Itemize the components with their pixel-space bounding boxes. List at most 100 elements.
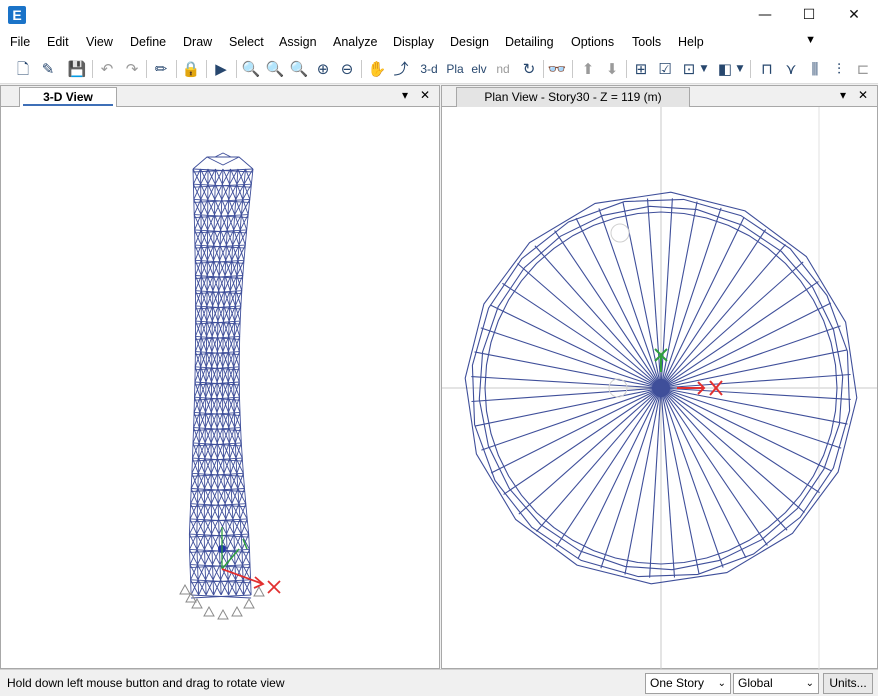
tab-3d-view[interactable]: 3-D View xyxy=(19,87,117,107)
run-analysis-icon[interactable]: ▶ xyxy=(210,58,232,80)
status-message: Hold down left mouse button and drag to … xyxy=(7,676,285,690)
menu-help[interactable]: Help xyxy=(678,35,704,49)
menu-design[interactable]: Design xyxy=(450,35,489,49)
menu-define[interactable]: Define xyxy=(130,35,166,49)
support-pin-6 xyxy=(253,585,265,597)
new-file-icon[interactable]: 🗋 xyxy=(12,58,34,80)
menu-detailing[interactable]: Detailing xyxy=(505,35,554,49)
frame-icon[interactable]: ⊓ xyxy=(756,58,778,80)
plan-radial-beam-23 xyxy=(471,387,662,403)
3d-pane-close-icon[interactable]: ✕ xyxy=(420,88,430,102)
menu-options[interactable]: Options xyxy=(571,35,614,49)
coord-system-select[interactable]: Global ⌄ xyxy=(733,673,819,694)
plan-view-pane: Plan View - Story30 - Z = 119 (m) ▾ ✕ xyxy=(441,85,878,669)
section-cut-icon[interactable]: ⫼ xyxy=(804,58,826,80)
shaded-box-icon[interactable]: ◧ xyxy=(714,58,736,80)
refresh-icon[interactable]: ↻ xyxy=(518,58,540,80)
plan-radial-beam-39 xyxy=(660,216,745,389)
app-logo: E xyxy=(8,6,26,24)
plan-radial-beam-47 xyxy=(660,373,851,389)
plan-pane-close-icon[interactable]: ✕ xyxy=(858,88,868,102)
menu-draw[interactable]: Draw xyxy=(183,35,212,49)
menu-view[interactable]: View xyxy=(86,35,113,49)
joint-icon[interactable]: ⋎ xyxy=(780,58,802,80)
chevron-down-icon[interactable]: ▼ xyxy=(698,58,710,80)
foundation-supports xyxy=(179,583,265,620)
support-pin-2 xyxy=(203,605,215,617)
story-select[interactable]: One Story ⌄ xyxy=(645,673,731,694)
minimize-button[interactable]: — xyxy=(742,0,788,30)
plan-radial-beam-44 xyxy=(660,302,832,389)
story-select-value: One Story xyxy=(650,676,705,690)
plan-radial-beam-35 xyxy=(646,198,662,389)
menu-bar: File Edit View Define Draw Select Assign… xyxy=(0,30,878,54)
tower-roof xyxy=(192,152,254,170)
support-pin-1 xyxy=(191,597,203,609)
zoom-restore-icon[interactable]: 🔍 xyxy=(264,58,286,80)
chevron-down-icon-story: ⌄ xyxy=(717,678,726,689)
plan-radial-beam-8 xyxy=(660,387,747,559)
pan-hand-icon[interactable]: ✋ xyxy=(366,58,388,80)
view-3d-button[interactable]: 3-d xyxy=(418,58,440,80)
menu-analyze[interactable]: Analyze xyxy=(333,35,377,49)
menu-file[interactable]: File xyxy=(10,35,30,49)
rotate-icon[interactable]: ⤴ xyxy=(390,58,412,80)
3d-pane-dropdown-icon[interactable]: ▾ xyxy=(402,88,408,102)
redo-icon[interactable]: ↷ xyxy=(121,58,143,80)
close-button[interactable]: ✕ xyxy=(831,0,877,30)
3d-model-canvas[interactable] xyxy=(1,107,439,669)
support-pin-5 xyxy=(243,597,255,609)
menu-overflow-icon[interactable]: ▼ xyxy=(805,34,816,46)
menu-edit[interactable]: Edit xyxy=(47,35,69,49)
set-display-icon[interactable]: ⊡ xyxy=(678,58,700,80)
chevron-down-icon-coord: ⌄ xyxy=(805,678,814,689)
plan-model-canvas[interactable] xyxy=(442,107,877,669)
tower-column-5 xyxy=(222,168,231,596)
menu-display[interactable]: Display xyxy=(393,35,434,49)
support-pin-4 xyxy=(231,605,243,617)
3d-view-pane: 3-D View ▾ ✕ xyxy=(0,85,440,669)
view-elevation-button[interactable]: elv xyxy=(468,58,490,80)
title-bar: E — ☐ ✕ xyxy=(0,0,878,30)
plan-radial-beam-32 xyxy=(575,217,662,389)
glasses-icon[interactable]: 👓 xyxy=(546,58,568,80)
checkbox-icon[interactable]: ☑ xyxy=(654,58,676,80)
coord-system-value: Global xyxy=(738,676,773,690)
menu-tools[interactable]: Tools xyxy=(632,35,661,49)
plan-radial-beam-3 xyxy=(660,387,833,472)
plan-view-tabstrip: Plan View - Story30 - Z = 119 (m) ▾ ✕ xyxy=(442,86,877,107)
zoom-out-icon[interactable]: ⊖ xyxy=(336,58,358,80)
zoom-previous-icon[interactable]: 🔍 xyxy=(288,58,310,80)
plan-pane-dropdown-icon[interactable]: ▾ xyxy=(840,88,846,102)
maximize-button[interactable]: ☐ xyxy=(786,0,832,30)
menu-assign[interactable]: Assign xyxy=(279,35,317,49)
units-button[interactable]: Units... xyxy=(823,673,873,694)
more-tools-icon[interactable]: ⊏ xyxy=(852,58,874,80)
chevron-down-icon-2[interactable]: ▼ xyxy=(734,58,746,80)
plan-radial-beam-11 xyxy=(660,387,676,578)
3d-tower-frame xyxy=(188,152,254,599)
plan-grid-bubble xyxy=(610,223,630,243)
zoom-window-icon[interactable]: 🔍 xyxy=(240,58,262,80)
move-down-icon[interactable]: ⬇ xyxy=(601,58,623,80)
lock-icon[interactable]: 🔒 xyxy=(180,58,202,80)
plan-radial-beam-15 xyxy=(577,387,662,560)
plan-core-node xyxy=(652,379,670,397)
menu-select[interactable]: Select xyxy=(229,35,264,49)
grid-lines-icon[interactable]: ⫶ xyxy=(828,58,850,80)
save-icon[interactable]: 💾 xyxy=(66,58,88,80)
support-pin-3 xyxy=(217,608,229,620)
open-file-icon[interactable]: ✎ xyxy=(37,58,59,80)
pencil-icon[interactable]: ✏ xyxy=(150,58,172,80)
view-plan-button[interactable]: Pla xyxy=(444,58,466,80)
undo-icon[interactable]: ↶ xyxy=(96,58,118,80)
select-all-icon[interactable]: ⊞ xyxy=(630,58,652,80)
move-up-icon[interactable]: ⬆ xyxy=(577,58,599,80)
tab-plan-view[interactable]: Plan View - Story30 - Z = 119 (m) xyxy=(456,87,690,107)
status-bar: Hold down left mouse button and drag to … xyxy=(0,669,878,696)
plan-radial-beam-27 xyxy=(489,304,662,389)
zoom-in-icon[interactable]: ⊕ xyxy=(312,58,334,80)
view-nd-button[interactable]: nd xyxy=(492,58,514,80)
3d-view-tabstrip: 3-D View ▾ ✕ xyxy=(1,86,439,107)
plan-radial-beam-20 xyxy=(490,387,662,474)
